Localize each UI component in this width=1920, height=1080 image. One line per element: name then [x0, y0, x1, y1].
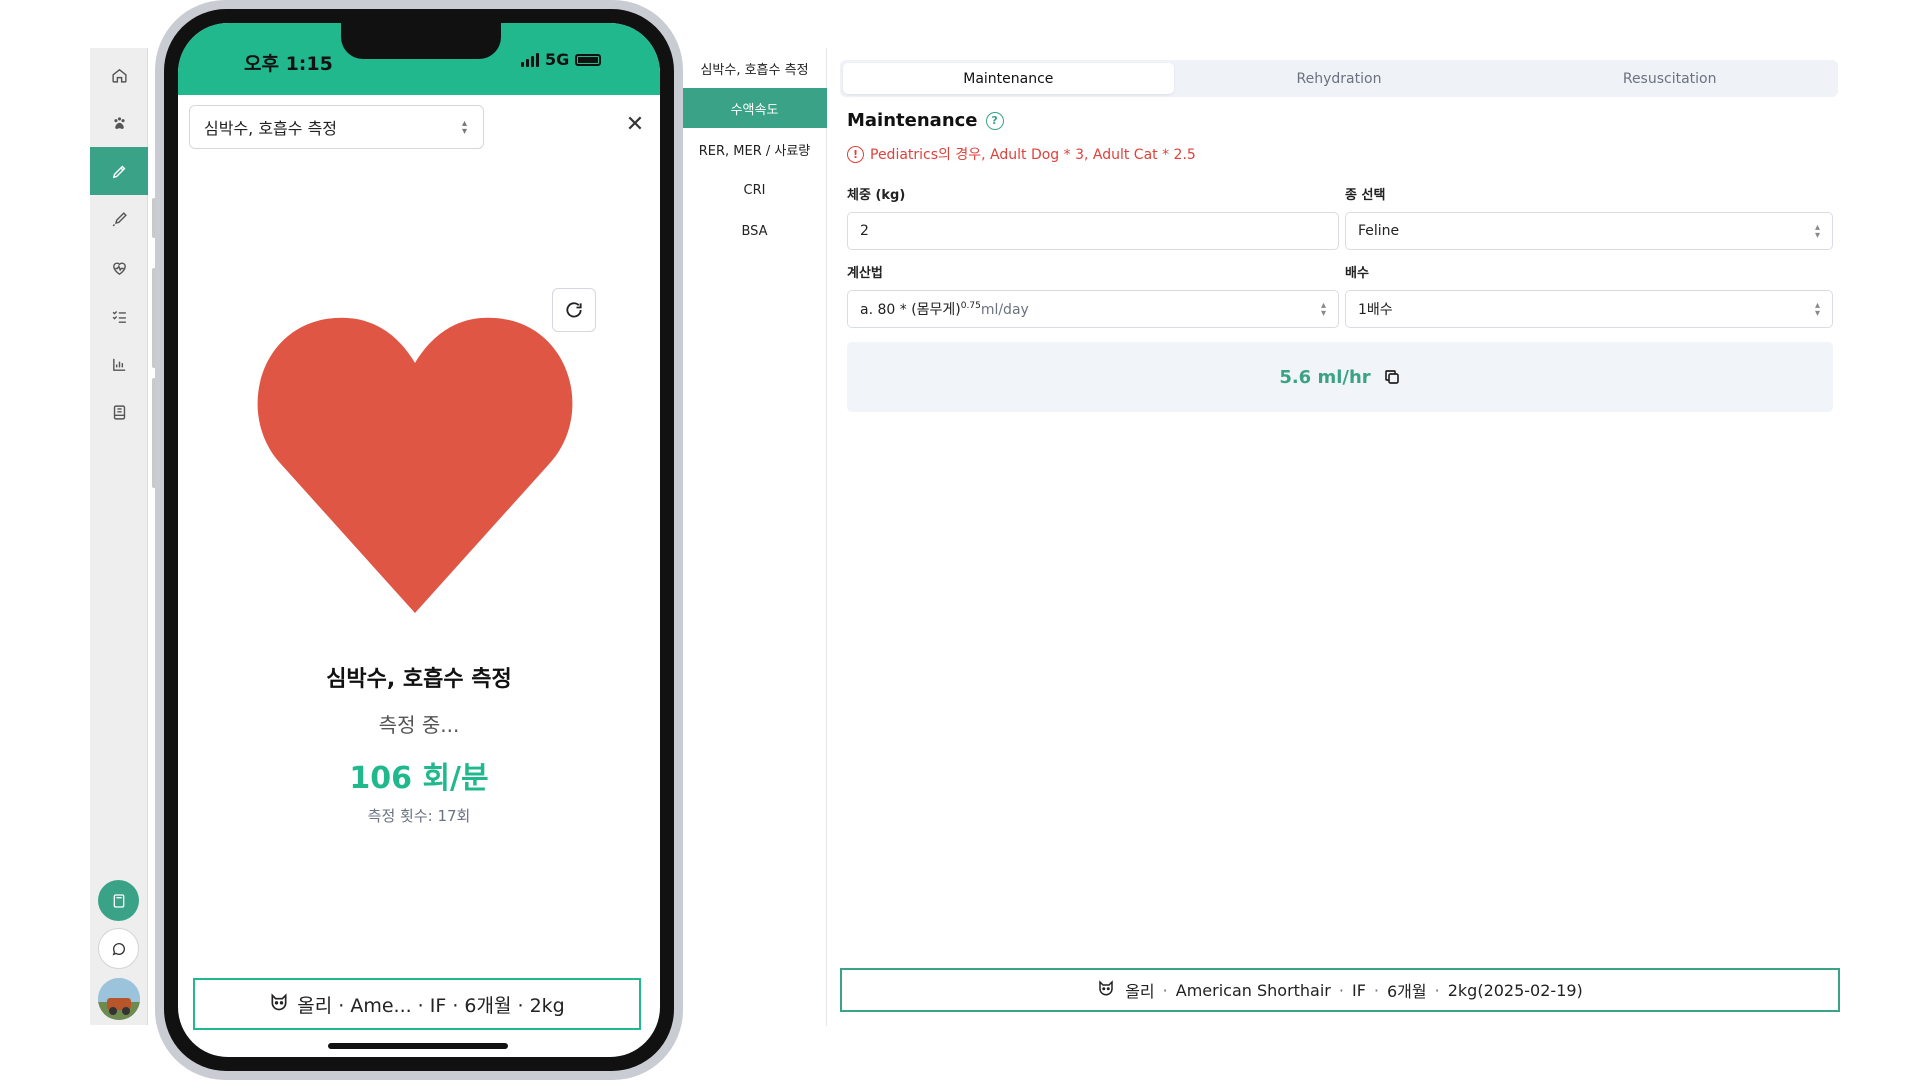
- notch: [341, 23, 501, 59]
- chevron-updown-icon: ▴ ▾: [1814, 222, 1820, 241]
- calculator-icon: [113, 893, 124, 908]
- heart-icon: [257, 317, 573, 613]
- calc-nav-rer-mer[interactable]: RER, MER / 사료량: [682, 129, 827, 169]
- measure-type-select[interactable]: 심박수, 호흡수 측정 ▴ ▾: [189, 105, 484, 149]
- multiplier-select[interactable]: 1배수 ▴ ▾: [1345, 290, 1833, 328]
- species-value: Feline: [1358, 223, 1400, 239]
- heart-tap-target[interactable]: [250, 313, 580, 613]
- patient-weight: 2kg(2025-02-19): [1447, 980, 1583, 1000]
- calc-nav-bsa[interactable]: BSA: [682, 211, 827, 251]
- network-label: 5G: [545, 50, 570, 69]
- method-value: a. 80 * (몸무게)0.75ml/day: [860, 301, 1029, 318]
- multiplier-value: 1배수: [1358, 302, 1393, 318]
- weight-input[interactable]: 2: [847, 212, 1339, 250]
- battery-icon: [575, 53, 602, 66]
- chevron-updown-icon: ▴ ▾: [461, 118, 467, 137]
- calc-nav-label: 수액속도: [730, 102, 779, 118]
- cat-icon: [1097, 979, 1115, 1001]
- status-indicators: 5G: [521, 50, 602, 69]
- calculator-nav: 심박수, 호흡수 측정 수액속도 RER, MER / 사료량 CRI BSA: [682, 48, 827, 1026]
- weight-value: 2: [860, 223, 869, 239]
- avatar-image: [98, 978, 140, 1020]
- help-icon[interactable]: ?: [985, 111, 1004, 130]
- main-panel: Maintenance Rehydration Resuscitation Ma…: [835, 48, 1845, 1028]
- tab-bar: Maintenance Rehydration Resuscitation: [840, 60, 1838, 97]
- app-sidebar: [90, 48, 156, 1025]
- tab-rehydration[interactable]: Rehydration: [1174, 63, 1505, 94]
- checklist-icon: [112, 310, 126, 323]
- notes-button[interactable]: [90, 195, 148, 243]
- home-button[interactable]: [90, 51, 148, 99]
- section-header: Maintenance ?: [847, 110, 1004, 131]
- calc-nav-label: BSA: [741, 223, 768, 239]
- chat-button[interactable]: [98, 928, 139, 969]
- tab-resuscitation[interactable]: Resuscitation: [1504, 63, 1835, 94]
- calc-nav-fluid-rate[interactable]: 수액속도: [682, 88, 827, 128]
- home-icon: [111, 68, 127, 83]
- calc-nav-label: CRI: [743, 182, 766, 198]
- patient-summary: 올리 · Ame... · IF · 6개월 · 2kg: [297, 994, 565, 1017]
- copy-icon[interactable]: [1383, 368, 1401, 386]
- paw-icon: [113, 116, 125, 129]
- calc-nav-label: RER, MER / 사료량: [698, 143, 811, 159]
- avatar[interactable]: [98, 978, 140, 1020]
- status-bar: 오후 1:15 5G: [178, 23, 660, 95]
- close-icon[interactable]: ✕: [620, 109, 650, 139]
- patient-breed: American Shorthair: [1175, 980, 1331, 1000]
- chevron-updown-icon: ▴ ▾: [1814, 300, 1820, 319]
- status-time: 오후 1:15: [244, 53, 333, 75]
- chevron-updown-icon: ▴ ▾: [1320, 300, 1326, 319]
- notice-text: Pediatrics의 경우, Adult Dog * 3, Adult Cat…: [870, 147, 1196, 163]
- measure-status: 측정 중...: [378, 713, 460, 737]
- patient-name: 올리: [1125, 982, 1155, 1001]
- chat-icon: [112, 942, 125, 955]
- section-title: Maintenance: [847, 110, 978, 131]
- calc-nav-label: 심박수, 호흡수 측정: [700, 62, 809, 78]
- vitals-button[interactable]: [90, 244, 148, 292]
- method-label: 계산법: [847, 266, 883, 281]
- result-value: 5.6 ml/hr: [1279, 366, 1371, 388]
- multiplier-label: 배수: [1345, 266, 1369, 281]
- phone-screen: 오후 1:15 5G 심박수, 호흡수 측정 ▴ ▾ ✕ 심박수, 호흡수 측정 …: [178, 23, 660, 1057]
- phone-patient-bar[interactable]: 올리 · Ame... · IF · 6개월 · 2kg: [193, 978, 641, 1030]
- phone-mockup: 오후 1:15 5G 심박수, 호흡수 측정 ▴ ▾ ✕ 심박수, 호흡수 측정 …: [155, 0, 683, 1080]
- calc-nav-heart-rate[interactable]: 심박수, 호흡수 측정: [682, 48, 827, 88]
- species-select[interactable]: Feline ▴ ▾: [1345, 212, 1833, 250]
- signal-icon: [521, 52, 539, 67]
- home-indicator: [328, 1043, 508, 1049]
- measure-type-value: 심박수, 호흡수 측정: [204, 119, 338, 138]
- patients-button[interactable]: [90, 99, 148, 147]
- alert-icon: !: [847, 145, 864, 163]
- cat-icon: [269, 992, 289, 1017]
- records-button[interactable]: [90, 388, 148, 436]
- species-label: 종 선택: [1345, 188, 1386, 203]
- pencil-icon: [112, 165, 125, 178]
- patient-bar[interactable]: 올리 · American Shorthair · IF · 6개월 · 2kg…: [840, 968, 1840, 1012]
- measure-title: 심박수, 호흡수 측정: [326, 667, 512, 692]
- calc-nav-cri[interactable]: CRI: [682, 170, 827, 210]
- tab-maintenance[interactable]: Maintenance: [843, 63, 1174, 94]
- result-box: 5.6 ml/hr: [847, 342, 1833, 412]
- heart-rate-value: 106 회/분: [349, 761, 489, 796]
- calculator-nav-button[interactable]: [90, 147, 148, 195]
- checklist-button[interactable]: [90, 292, 148, 340]
- brush-icon: [112, 211, 127, 226]
- stats-button[interactable]: [90, 340, 148, 388]
- chart-icon: [112, 358, 125, 371]
- calculator-button[interactable]: [98, 880, 139, 921]
- weight-label: 체중 (kg): [847, 188, 906, 203]
- method-select[interactable]: a. 80 * (몸무게)0.75ml/day ▴ ▾: [847, 290, 1339, 328]
- heart-pulse-icon: [112, 262, 126, 275]
- notebook-icon: [113, 404, 125, 420]
- tap-count: 측정 횟수: 17회: [367, 807, 471, 825]
- patient-sex: IF: [1351, 980, 1366, 1000]
- pediatrics-notice: ! Pediatrics의 경우, Adult Dog * 3, Adult C…: [847, 144, 1196, 164]
- patient-age: 6개월: [1387, 982, 1427, 1001]
